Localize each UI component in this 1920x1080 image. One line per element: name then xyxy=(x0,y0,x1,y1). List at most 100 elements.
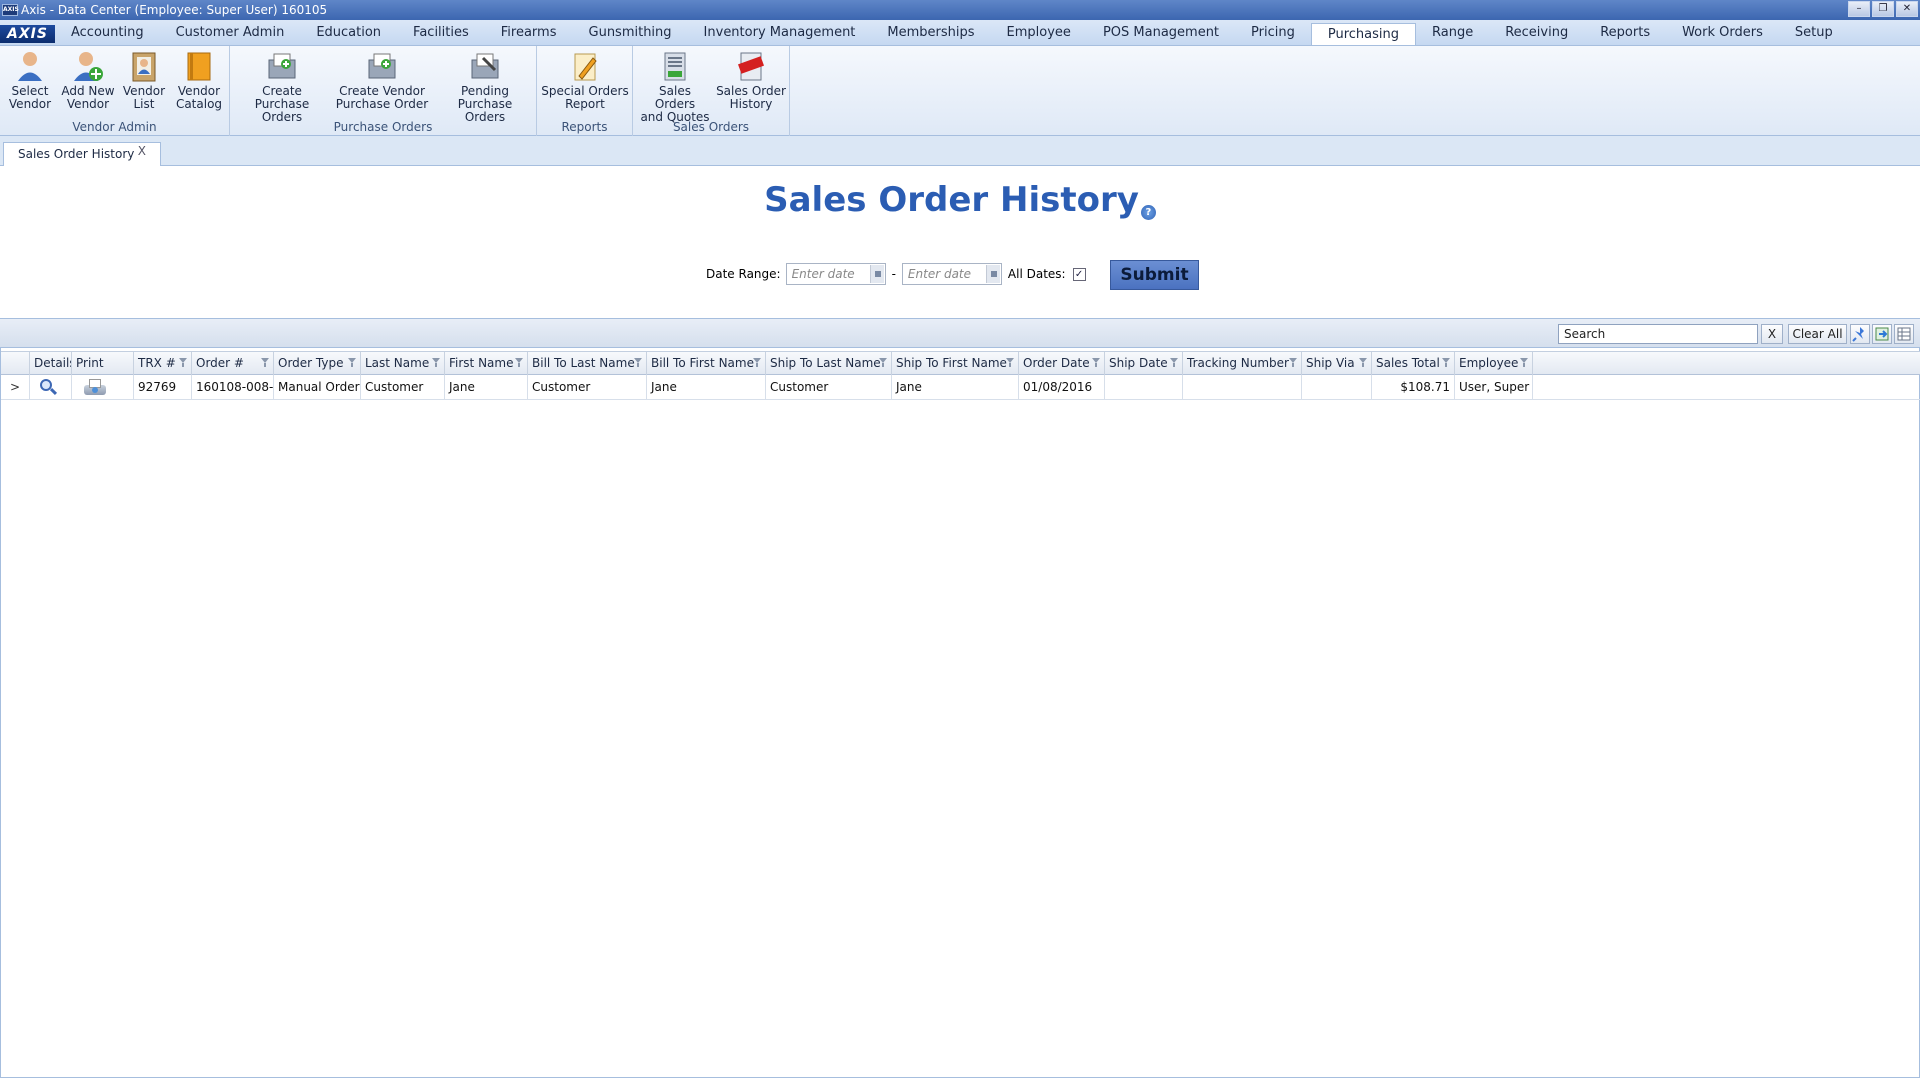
menu-memberships[interactable]: Memberships xyxy=(871,20,990,45)
export-icon[interactable] xyxy=(1872,324,1892,344)
add-person-icon xyxy=(72,50,104,82)
tab-sales-order-history[interactable]: Sales Order History X xyxy=(3,142,161,166)
all-dates-checkbox[interactable]: ✓ xyxy=(1072,267,1086,281)
magnifier-icon[interactable] xyxy=(39,378,58,396)
filter-icon[interactable] xyxy=(1359,358,1368,368)
sales-sheet-icon xyxy=(659,50,691,82)
filter-icon[interactable] xyxy=(515,358,524,368)
header-bill-to-last-name[interactable]: Bill To Last Name xyxy=(528,352,647,375)
menu-gunsmithing[interactable]: Gunsmithing xyxy=(573,20,688,45)
filter-icon[interactable] xyxy=(1442,358,1451,368)
column-chooser-icon[interactable] xyxy=(1894,324,1914,344)
calendar-icon[interactable] xyxy=(869,265,884,283)
date-separator: - xyxy=(891,267,896,281)
menu-receiving[interactable]: Receiving xyxy=(1489,20,1584,45)
submit-button[interactable]: Submit xyxy=(1110,260,1199,290)
date-filter-row: Date Range: Enter date - Enter date All … xyxy=(706,262,1086,286)
header-employee[interactable]: Employee xyxy=(1455,352,1533,375)
menu-firearms[interactable]: Firearms xyxy=(485,20,573,45)
row-expand-toggle[interactable]: > xyxy=(1,375,30,399)
help-icon[interactable]: ? xyxy=(1140,205,1156,220)
clear-all-button[interactable]: Clear All xyxy=(1788,324,1847,344)
header-bill-to-first-name[interactable]: Bill To First Name xyxy=(647,352,766,375)
print-icon[interactable] xyxy=(84,379,106,396)
filter-icon[interactable] xyxy=(634,358,643,368)
window-title: Axis - Data Center (Employee: Super User… xyxy=(21,3,328,17)
menu-employee[interactable]: Employee xyxy=(991,20,1087,45)
header-ship-to-first-name[interactable]: Ship To First Name xyxy=(892,352,1019,375)
header-details[interactable]: Details xyxy=(30,352,72,375)
catalog-icon xyxy=(183,50,215,82)
filter-icon[interactable] xyxy=(1289,358,1298,368)
header-ship-to-last-name[interactable]: Ship To Last Name xyxy=(766,352,892,375)
filter-icon[interactable] xyxy=(1092,358,1101,368)
filter-icon[interactable] xyxy=(879,358,888,368)
filter-icon[interactable] xyxy=(348,358,357,368)
header-print[interactable]: Print xyxy=(72,352,134,375)
header-order-type[interactable]: Order Type xyxy=(274,352,361,375)
close-tab-icon[interactable]: X xyxy=(138,140,146,162)
filter-icon[interactable] xyxy=(753,358,762,368)
ribbon-group-label: Purchase Orders xyxy=(333,120,433,134)
menu-accounting[interactable]: Accounting xyxy=(55,20,160,45)
menu-customer-admin[interactable]: Customer Admin xyxy=(160,20,301,45)
cell-order-date: 01/08/2016 xyxy=(1019,375,1105,399)
clear-search-button[interactable]: X xyxy=(1761,324,1783,344)
header-last-name[interactable]: Last Name xyxy=(361,352,445,375)
header-ship-via[interactable]: Ship Via xyxy=(1302,352,1372,375)
filter-icon[interactable] xyxy=(1006,358,1015,368)
filter-icon[interactable] xyxy=(261,358,270,368)
print-cell[interactable] xyxy=(72,375,134,399)
ribbon-toolbar: Select Vendor Add New Vendor Vendor List… xyxy=(0,46,1920,136)
create-vendor-purchase-order-button[interactable]: Create Vendor Purchase Order xyxy=(334,50,430,111)
filter-icon[interactable] xyxy=(1170,358,1179,368)
details-cell[interactable] xyxy=(30,375,72,399)
menu-facilities[interactable]: Facilities xyxy=(397,20,485,45)
menu-inventory-management[interactable]: Inventory Management xyxy=(688,20,872,45)
menu-pos-management[interactable]: POS Management xyxy=(1087,20,1235,45)
restore-button[interactable]: ❐ xyxy=(1872,1,1894,17)
sales-order-history-button[interactable]: Sales Order History xyxy=(715,50,787,111)
close-window-button[interactable]: ✕ xyxy=(1896,1,1918,17)
header-expander xyxy=(1,352,30,375)
header-order-number[interactable]: Order # xyxy=(192,352,274,375)
cell-ship-to-first-name: Jane xyxy=(892,375,1019,399)
vendor-list-button[interactable]: Vendor List xyxy=(122,50,166,111)
grid-search-input[interactable]: Search xyxy=(1558,324,1758,344)
filter-icon[interactable] xyxy=(179,358,188,368)
axis-logo[interactable]: AXIS xyxy=(0,25,55,43)
table-row[interactable]: > 92769 160108-008-0 Manual Order Custom… xyxy=(1,375,1920,400)
menu-range[interactable]: Range xyxy=(1416,20,1489,45)
pin-icon[interactable] xyxy=(1850,324,1870,344)
menu-reports[interactable]: Reports xyxy=(1584,20,1666,45)
select-vendor-button[interactable]: Select Vendor xyxy=(6,50,54,111)
vendor-catalog-button[interactable]: Vendor Catalog xyxy=(172,50,226,111)
cell-trx: 92769 xyxy=(134,375,192,399)
header-first-name[interactable]: First Name xyxy=(445,352,528,375)
start-date-input[interactable]: Enter date xyxy=(785,263,886,285)
header-trx[interactable]: TRX # xyxy=(134,352,192,375)
menu-education[interactable]: Education xyxy=(300,20,397,45)
filter-icon[interactable] xyxy=(432,358,441,368)
end-date-input[interactable]: Enter date xyxy=(901,263,1002,285)
calendar-icon[interactable] xyxy=(985,265,1000,283)
header-order-date[interactable]: Order Date xyxy=(1019,352,1105,375)
special-orders-report-button[interactable]: Special Orders Report xyxy=(539,50,631,111)
menu-pricing[interactable]: Pricing xyxy=(1235,20,1311,45)
header-tracking-number[interactable]: Tracking Number xyxy=(1183,352,1302,375)
sales-orders-and-quotes-button[interactable]: Sales Orders and Quotes xyxy=(638,50,712,124)
menu-setup[interactable]: Setup xyxy=(1779,20,1849,45)
minimize-button[interactable]: – xyxy=(1848,1,1870,17)
grid-header-row: Details Print TRX # Order # Order Type L… xyxy=(1,351,1920,375)
menu-purchasing[interactable]: Purchasing xyxy=(1310,23,1416,45)
pending-purchase-orders-button[interactable]: Pending Purchase Orders xyxy=(436,50,534,124)
cell-ship-date xyxy=(1105,375,1183,399)
header-sales-total[interactable]: Sales Total xyxy=(1372,352,1455,375)
create-purchase-orders-button[interactable]: Create Purchase Orders xyxy=(236,50,328,124)
menu-work-orders[interactable]: Work Orders xyxy=(1666,20,1779,45)
header-ship-date[interactable]: Ship Date xyxy=(1105,352,1183,375)
document-tab-strip: Sales Order History X xyxy=(0,136,1920,166)
filter-icon[interactable] xyxy=(1520,358,1529,368)
window-controls: – ❐ ✕ xyxy=(1848,1,1918,17)
add-new-vendor-button[interactable]: Add New Vendor xyxy=(60,50,116,111)
